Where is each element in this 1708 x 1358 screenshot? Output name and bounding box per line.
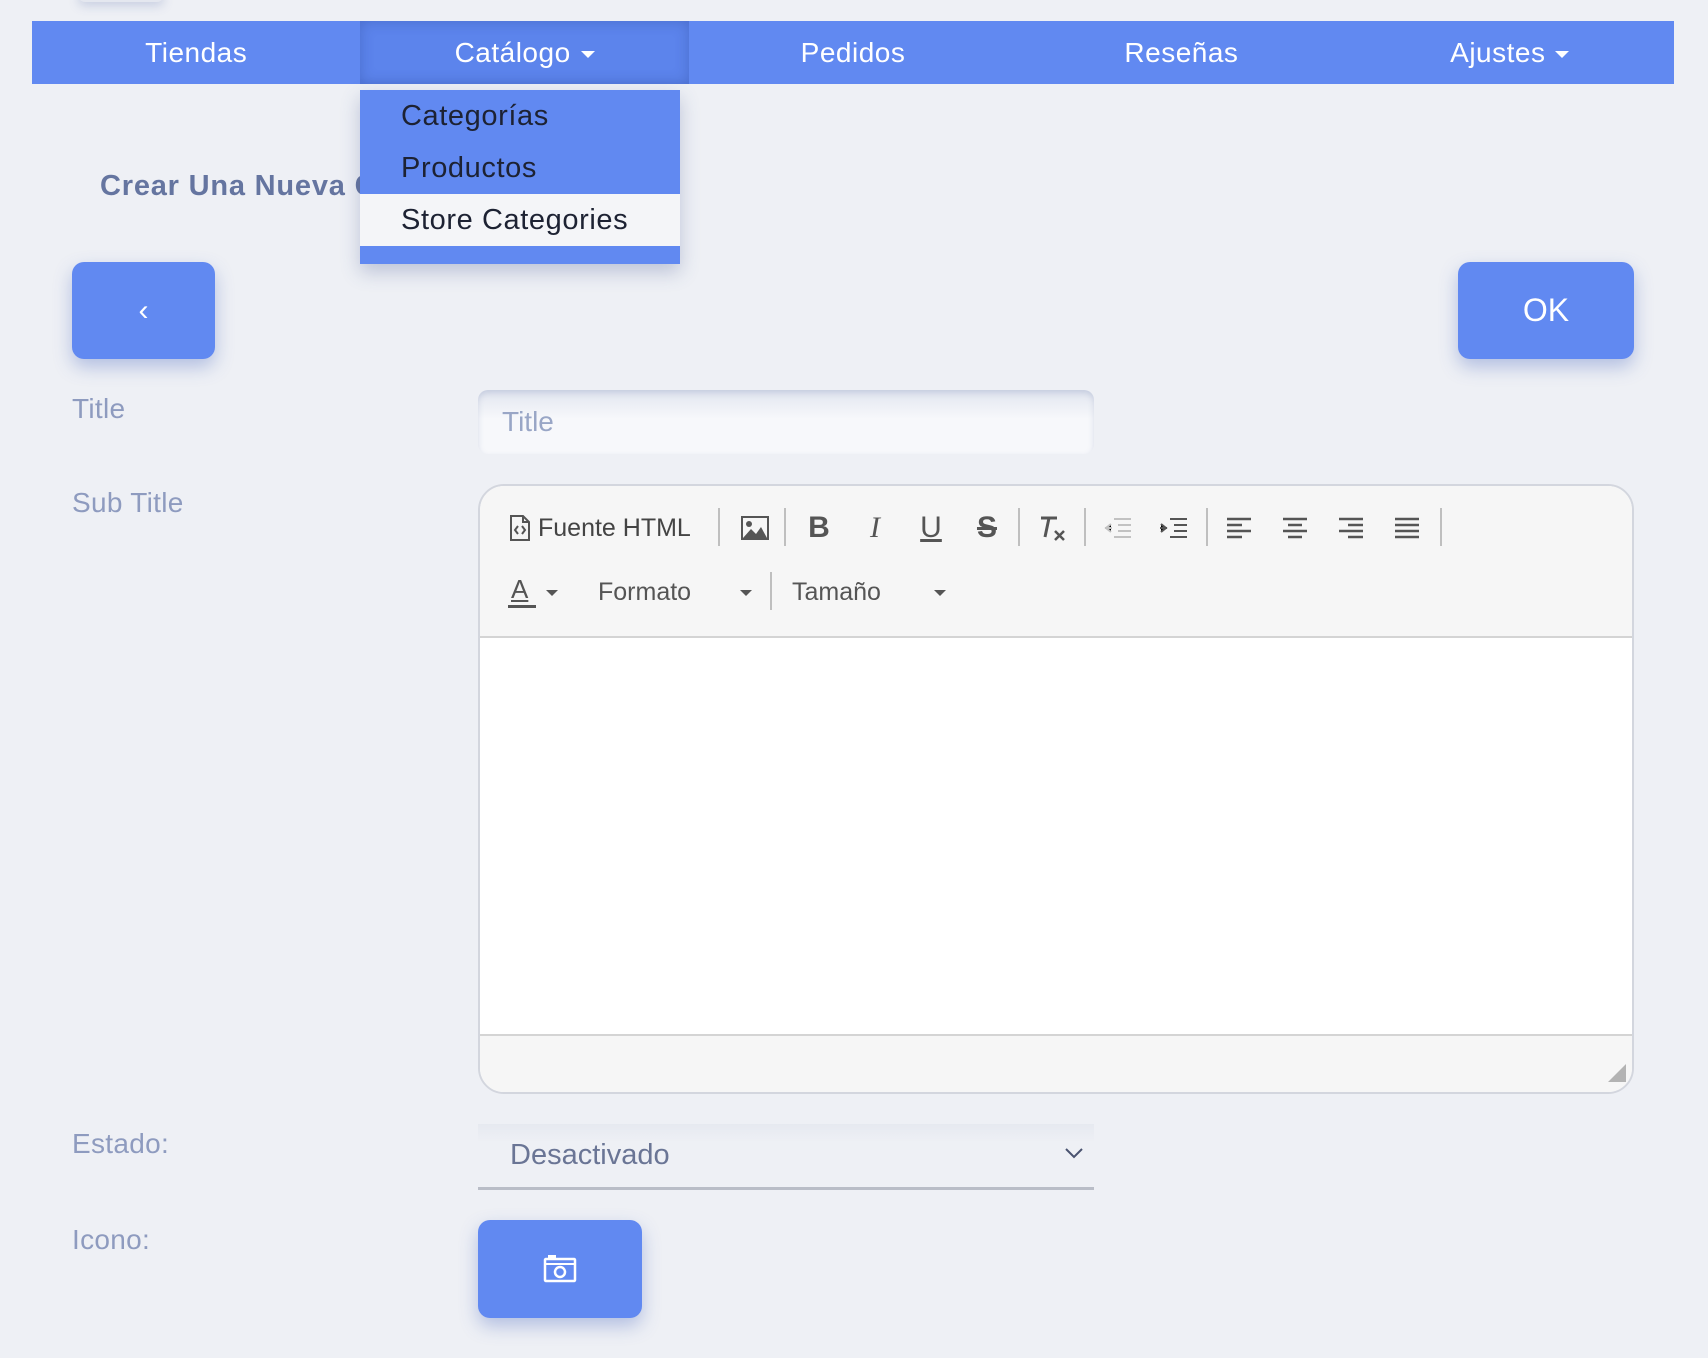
nav-item-tiendas[interactable]: Tiendas — [32, 21, 360, 84]
chevron-left-icon: ‹ — [138, 293, 149, 327]
format-dropdown-label: Formato — [598, 577, 692, 606]
status-select-value: Desactivado — [510, 1139, 670, 1171]
underline-button[interactable]: U — [910, 506, 952, 550]
ok-button-label: OK — [1522, 292, 1570, 328]
caret-down-icon — [546, 590, 558, 596]
dropdown-item-store-categories[interactable]: Store Categories — [360, 194, 680, 246]
text-color-button[interactable]: A — [508, 570, 558, 614]
bold-button[interactable]: B — [798, 506, 840, 550]
outdent-button[interactable] — [1096, 506, 1138, 550]
subtitle-label: Sub Title — [72, 487, 184, 518]
nav-item-pedidos[interactable]: Pedidos — [689, 21, 1017, 84]
text-color-icon: A — [508, 574, 536, 610]
ok-button[interactable]: OK — [1458, 262, 1634, 359]
align-center-button[interactable] — [1274, 506, 1316, 550]
source-html-label: Fuente HTML — [538, 513, 691, 542]
image-icon — [741, 516, 769, 540]
italic-button[interactable]: I — [854, 506, 896, 550]
strikethrough-icon: S — [976, 511, 997, 544]
editor-content-area[interactable] — [480, 638, 1632, 1038]
size-dropdown-label: Tamaño — [792, 577, 881, 606]
page-title: Crear Una Nueva C — [100, 170, 377, 202]
source-code-icon — [510, 515, 530, 541]
strikethrough-button[interactable]: S — [966, 506, 1008, 550]
nav-item-label: Catálogo — [454, 36, 571, 68]
align-justify-icon — [1395, 517, 1419, 539]
nav-item-resenas[interactable]: Reseñas — [1017, 21, 1345, 84]
align-left-icon — [1227, 517, 1251, 539]
clear-format-icon — [1041, 516, 1065, 541]
top-tab-handle — [78, 0, 164, 2]
title-label: Title — [72, 393, 126, 424]
align-center-icon — [1283, 517, 1307, 539]
size-dropdown[interactable]: Tamaño — [792, 570, 952, 614]
caret-down-icon — [740, 590, 752, 596]
rich-text-editor: Fuente HTML B I U S A Formato Tamaño — [478, 484, 1634, 1094]
insert-image-button[interactable] — [734, 506, 776, 550]
status-select[interactable]: Desactivado — [478, 1124, 1094, 1190]
back-button[interactable]: ‹ — [72, 262, 215, 359]
upload-icon-button[interactable] — [478, 1220, 642, 1318]
italic-icon: I — [870, 511, 880, 544]
source-html-button[interactable]: Fuente HTML — [508, 506, 691, 550]
caret-down-icon — [934, 590, 946, 596]
nav-item-catalogo[interactable]: Catálogo — [360, 21, 689, 84]
bold-icon: B — [808, 511, 830, 544]
dropdown-item-categorias[interactable]: Categorías — [360, 90, 680, 142]
nav-item-label: Tiendas — [145, 36, 248, 68]
dropdown-item-productos[interactable]: Productos — [360, 142, 680, 194]
editor-toolbar: Fuente HTML B I U S A Formato Tamaño — [480, 486, 1632, 638]
indent-button[interactable] — [1152, 506, 1194, 550]
catalog-dropdown-menu: Categorías Productos Store Categories — [360, 90, 680, 264]
align-right-button[interactable] — [1330, 506, 1372, 550]
chevron-down-icon — [1065, 1148, 1083, 1159]
caret-down-icon — [580, 51, 595, 58]
title-input[interactable] — [478, 390, 1094, 454]
align-justify-button[interactable] — [1386, 506, 1428, 550]
indent-icon — [1160, 518, 1187, 538]
camera-icon — [543, 1255, 577, 1283]
main-navbar: Tiendas Catálogo Pedidos Reseñas Ajustes — [32, 21, 1674, 84]
align-right-icon — [1339, 517, 1363, 539]
nav-item-ajustes[interactable]: Ajustes — [1346, 21, 1674, 84]
format-dropdown[interactable]: Formato — [598, 570, 758, 614]
remove-format-button[interactable] — [1030, 506, 1074, 550]
editor-statusbar — [480, 1034, 1632, 1092]
resize-handle-icon[interactable] — [1608, 1064, 1626, 1082]
status-label: Estado: — [72, 1128, 170, 1159]
underline-icon: U — [920, 511, 942, 544]
nav-item-label: Pedidos — [800, 36, 906, 68]
outdent-icon — [1104, 518, 1131, 538]
align-left-button[interactable] — [1218, 506, 1260, 550]
nav-item-label: Reseñas — [1124, 36, 1239, 68]
nav-item-label: Ajustes — [1450, 36, 1546, 68]
icon-label: Icono: — [72, 1224, 151, 1255]
caret-down-icon — [1555, 51, 1570, 58]
